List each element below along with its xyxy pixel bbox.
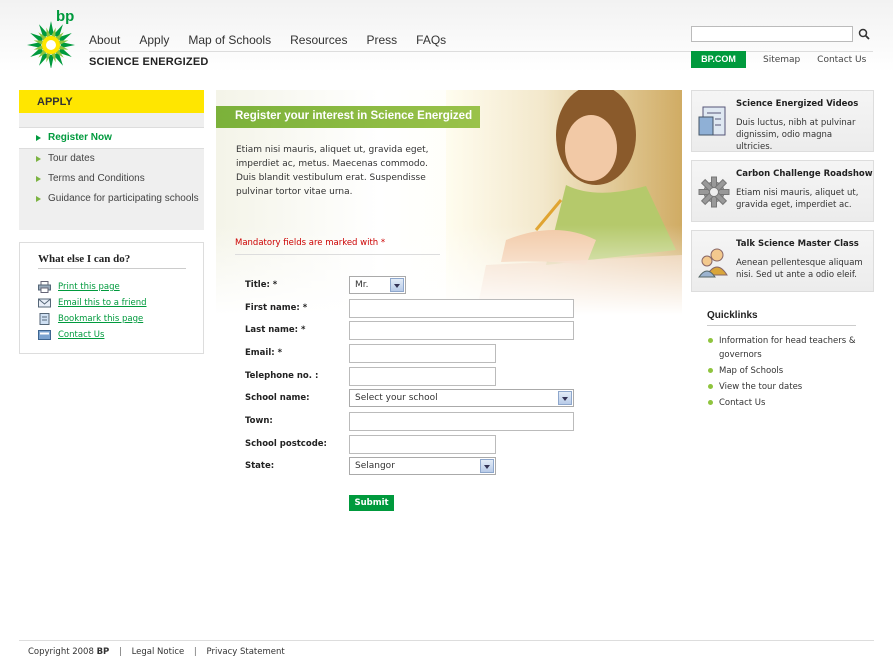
menu-item-tour-dates[interactable]: Tour dates: [19, 149, 204, 169]
chevron-down-icon: [480, 459, 494, 473]
nav-press[interactable]: Press: [366, 33, 397, 47]
promo-masterclass-title: Talk Science Master Class: [736, 239, 859, 249]
contact-card-icon: [38, 330, 51, 340]
printer-icon: [38, 281, 51, 293]
envelope-icon: [38, 298, 51, 308]
chevron-down-icon: [390, 278, 404, 292]
print-page-link[interactable]: Print this page: [38, 279, 203, 295]
last-name-label: Last name: *: [245, 325, 306, 335]
nav-resources[interactable]: Resources: [290, 33, 347, 47]
hero-intro-text: Etiam nisi mauris, aliquet ut, gravida e…: [236, 145, 429, 197]
form-row-state: State: Selangor: [245, 456, 496, 476]
site-tagline: SCIENCE ENERGIZED: [89, 56, 209, 68]
promo-videos-body: Duis luctus, nibh at pulvinar dignissim,…: [736, 118, 856, 152]
nav-divider: [89, 51, 873, 52]
email-label: Email: *: [245, 348, 283, 358]
quicklink-map-of-schools[interactable]: Map of Schools: [707, 364, 867, 378]
promo-masterclass-body: Aenean pellentesque aliquam nisi. Sed ut…: [736, 258, 863, 280]
postcode-field[interactable]: [349, 434, 496, 454]
state-label: State:: [245, 461, 275, 471]
promo-roadshow-title: Carbon Challenge Roadshow: [736, 169, 873, 179]
school-label: School name:: [245, 393, 310, 403]
quicklinks-heading: Quicklinks: [707, 310, 856, 326]
chevron-down-icon: [558, 391, 572, 405]
bp-wordmark: bp: [56, 8, 75, 25]
utility-links: Sitemap Contact Us: [763, 55, 880, 65]
promo-roadshow-body: Etiam nisi mauris, aliquet ut, gravida e…: [736, 188, 859, 210]
footer: Copyright 2008 BP | Legal Notice | Priva…: [28, 647, 285, 657]
bpcom-button[interactable]: BP.COM: [691, 51, 746, 68]
footer-separator: |: [119, 647, 122, 657]
form-row-school: School name: Select your school: [245, 388, 574, 408]
what-else-heading: What else I can do?: [38, 253, 186, 269]
form-row-title: Title: * Mr.: [245, 275, 406, 295]
footer-separator: |: [193, 647, 197, 657]
town-label: Town:: [245, 416, 273, 426]
mandatory-note: Mandatory fields are marked with *: [235, 238, 440, 255]
apply-heading: APPLY: [19, 90, 204, 113]
search-input[interactable]: [691, 26, 853, 42]
what-else-panel: What else I can do? Print this page Emai…: [19, 242, 204, 354]
menu-item-terms[interactable]: Terms and Conditions: [19, 169, 204, 189]
submit-button[interactable]: Submit: [349, 495, 394, 511]
promo-videos-title: Science Energized Videos: [736, 99, 859, 109]
email-friend-link[interactable]: Email this to a friend: [38, 295, 203, 311]
school-select[interactable]: Select your school: [349, 389, 574, 407]
film-strip-icon: [698, 106, 726, 136]
title-select-value: Mr.: [355, 280, 369, 290]
copyright-text: Copyright 2008: [28, 647, 94, 657]
hero-title: Register your interest in Science Energi…: [216, 106, 480, 128]
promo-videos[interactable]: Science Energized Videos Duis luctus, ni…: [691, 90, 874, 152]
telephone-label: Telephone no. :: [245, 371, 319, 381]
form-row-email: Email: *: [245, 343, 496, 363]
legal-notice-link[interactable]: Legal Notice: [132, 647, 185, 657]
promo-roadshow[interactable]: Carbon Challenge Roadshow Etiam nisi mau…: [691, 160, 874, 222]
postcode-label: School postcode:: [245, 439, 327, 449]
nav-about[interactable]: About: [89, 33, 120, 47]
state-select[interactable]: Selangor: [349, 457, 496, 475]
title-label: Title: *: [245, 280, 278, 290]
footer-divider: [19, 640, 874, 641]
form-row-postcode: School postcode:: [245, 434, 496, 454]
gear-icon: [698, 176, 730, 208]
contact-us-link[interactable]: Contact Us: [817, 55, 866, 65]
state-select-value: Selangor: [355, 461, 395, 471]
form-row-first-name: First name: *: [245, 298, 574, 318]
menu-item-guidance[interactable]: Guidance for participating schools: [19, 189, 204, 209]
sitemap-link[interactable]: Sitemap: [763, 55, 800, 65]
telephone-field[interactable]: [349, 366, 496, 386]
nav-apply[interactable]: Apply: [139, 33, 169, 47]
first-name-field[interactable]: [349, 298, 574, 318]
main-nav: About Apply Map of Schools Resources Pre…: [89, 33, 465, 47]
bookmark-icon: [39, 313, 50, 325]
quicklink-tour-dates[interactable]: View the tour dates: [707, 380, 867, 394]
email-field[interactable]: [349, 343, 496, 363]
menu-item-register-now[interactable]: Register Now: [19, 127, 204, 149]
form-row-town: Town:: [245, 411, 574, 431]
search-icon[interactable]: [858, 28, 870, 40]
users-icon: [698, 248, 728, 278]
contact-link[interactable]: Contact Us: [38, 327, 203, 343]
town-field[interactable]: [349, 411, 574, 431]
bookmark-link[interactable]: Bookmark this page: [38, 311, 203, 327]
title-select[interactable]: Mr.: [349, 276, 406, 294]
quicklink-head-teachers[interactable]: Information for head teachers & governor…: [707, 334, 867, 362]
form-row-telephone: Telephone no. :: [245, 366, 496, 386]
privacy-statement-link[interactable]: Privacy Statement: [207, 647, 285, 657]
school-select-value: Select your school: [355, 393, 438, 403]
nav-map-of-schools[interactable]: Map of Schools: [188, 33, 271, 47]
first-name-label: First name: *: [245, 303, 308, 313]
last-name-field[interactable]: [349, 320, 574, 340]
copyright-brand: BP: [96, 647, 110, 657]
form-row-last-name: Last name: *: [245, 320, 574, 340]
apply-menu: Register Now Tour dates Terms and Condit…: [19, 113, 204, 230]
promo-masterclass[interactable]: Talk Science Master Class Aenean pellent…: [691, 230, 874, 292]
quicklink-contact-us[interactable]: Contact Us: [707, 396, 867, 410]
nav-faqs[interactable]: FAQs: [416, 33, 446, 47]
